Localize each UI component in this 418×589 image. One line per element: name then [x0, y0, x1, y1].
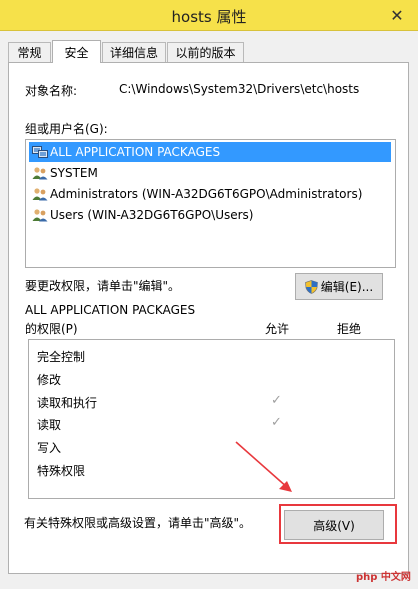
edit-hint: 要更改权限，请单击"编辑"。: [25, 279, 181, 293]
tab-general[interactable]: 常规: [8, 42, 51, 62]
permissions-subtitle: 的权限(P): [25, 322, 78, 336]
permission-label: 读取和执行: [37, 395, 98, 410]
title-bar: hosts 属性 ✕: [0, 0, 418, 31]
list-item-label: SYSTEM: [50, 166, 98, 180]
advanced-hint: 有关特殊权限或高级设置，请单击"高级"。: [24, 516, 252, 530]
permission-row-read-execute: 读取和执行: [37, 393, 97, 411]
tab-security[interactable]: 安全: [52, 40, 101, 63]
uac-shield-icon: [304, 279, 318, 294]
users-icon: [32, 167, 48, 180]
packages-icon: [32, 146, 48, 158]
permission-row-modify: 修改: [37, 370, 61, 388]
permission-label: 写入: [37, 440, 62, 455]
allow-column-header: 允许: [265, 322, 290, 336]
permissions-title: ALL APPLICATION PACKAGES: [25, 303, 196, 317]
list-item-users[interactable]: Users (WIN-A32DG6T6GPO\Users): [29, 205, 391, 225]
users-icon: [32, 209, 48, 222]
permission-row-write: 写入: [37, 438, 61, 456]
object-name-value: C:\Windows\System32\Drivers\etc\hosts: [119, 82, 360, 96]
tab-security-label: 安全: [64, 45, 89, 60]
list-item-label: Users (WIN-A32DG6T6GPO\Users): [50, 208, 254, 222]
permission-label: 修改: [37, 372, 62, 387]
group-user-list[interactable]: ALL APPLICATION PACKAGES SYSTEM Administ…: [25, 139, 396, 268]
tab-previous-versions-label: 以前的版本: [175, 46, 236, 60]
list-item-system[interactable]: SYSTEM: [29, 163, 391, 183]
watermark-logo: php 中文网: [356, 572, 411, 583]
allow-check-icon: ✓: [271, 415, 282, 430]
allow-check-icon: ✓: [271, 393, 282, 408]
list-item-label: ALL APPLICATION PACKAGES: [50, 145, 221, 159]
edit-button-label: 编辑(E)...: [320, 280, 374, 294]
list-item-label: Administrators (WIN-A32DG6T6GPO\Administ…: [50, 187, 363, 201]
edit-button[interactable]: 编辑(E)...: [295, 273, 383, 300]
permission-row-read: 读取: [37, 415, 61, 433]
tab-previous-versions[interactable]: 以前的版本: [167, 42, 244, 62]
close-button[interactable]: ✕: [384, 4, 410, 26]
users-icon: [32, 188, 48, 201]
permission-label: 特殊权限: [37, 463, 86, 478]
tab-details[interactable]: 详细信息: [102, 42, 166, 62]
permission-label: 读取: [37, 417, 62, 432]
group-list-label: 组或用户名(G):: [25, 122, 108, 136]
window-title: hosts 属性: [171, 8, 247, 26]
permission-row-special: 特殊权限: [37, 461, 85, 479]
deny-column-header: 拒绝: [337, 322, 362, 336]
list-item-administrators[interactable]: Administrators (WIN-A32DG6T6GPO\Administ…: [29, 184, 391, 204]
object-name-label: 对象名称:: [25, 84, 78, 98]
list-item-all-application-packages[interactable]: ALL APPLICATION PACKAGES: [29, 142, 391, 162]
permissions-list[interactable]: 完全控制 修改 读取和执行 ✓ 读取 ✓ 写入 特殊权限: [28, 339, 395, 499]
tab-details-label: 详细信息: [109, 46, 158, 60]
annotation-highlight-box: [279, 504, 397, 544]
tab-general-label: 常规: [17, 46, 42, 60]
permission-row-full-control: 完全控制: [37, 347, 85, 365]
close-icon: ✕: [390, 5, 404, 25]
permission-label: 完全控制: [37, 349, 86, 364]
